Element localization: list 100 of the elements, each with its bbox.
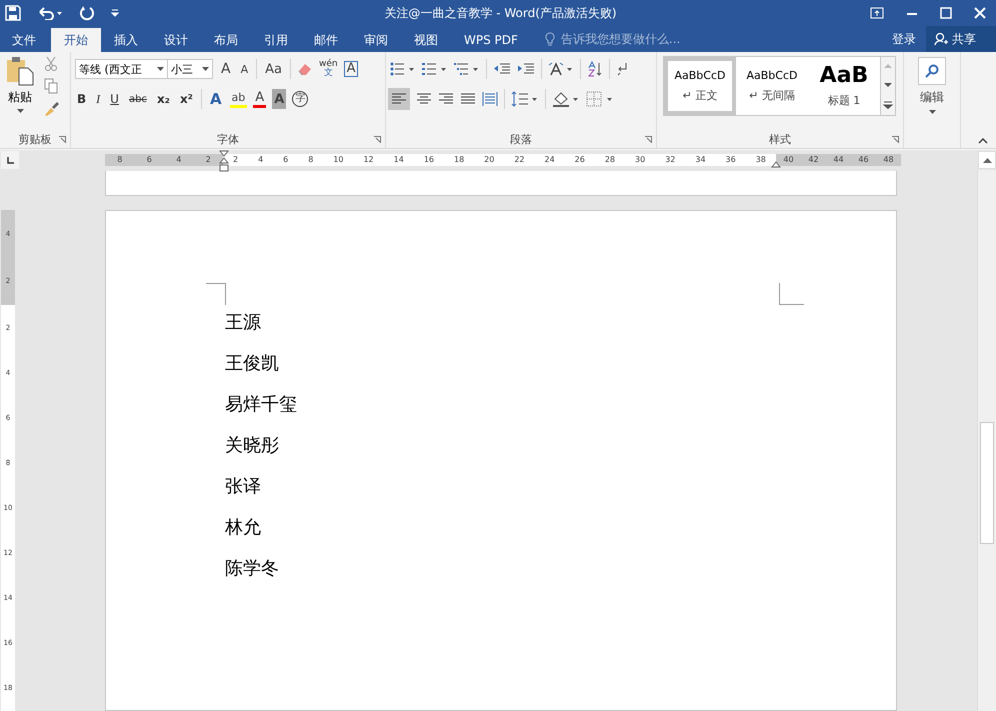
ribbon-tab[interactable]: WPS PDF <box>451 28 531 52</box>
more-icon[interactable] <box>883 100 893 109</box>
shading-icon[interactable] <box>552 91 580 107</box>
sign-in-link[interactable]: 登录 <box>892 30 916 48</box>
save-icon[interactable] <box>5 5 21 21</box>
ribbon-tab[interactable]: 开始 <box>51 28 101 52</box>
enclose-characters-button[interactable]: 字 <box>292 91 308 107</box>
window-title: 关注@一曲之音教学 - Word(产品激活失败) <box>383 4 618 22</box>
ruler-number: 38 <box>756 154 766 166</box>
ribbon-tab[interactable]: 文件 <box>0 28 51 52</box>
style-option[interactable]: AaBbCcD ↵ 无间隔 <box>736 57 808 115</box>
decrease-indent-icon[interactable] <box>493 62 511 76</box>
align-right-icon[interactable] <box>438 92 454 106</box>
shrink-font-button[interactable]: A <box>238 59 250 79</box>
ribbon-tab[interactable]: 插入 <box>101 28 151 52</box>
text-effects-button[interactable]: A <box>208 89 224 109</box>
ruler-number: 16 <box>424 154 434 166</box>
increase-indent-icon[interactable] <box>517 62 535 76</box>
caret-icon <box>928 110 936 114</box>
dialog-launcher-icon[interactable] <box>892 136 899 143</box>
ribbon-display-icon[interactable] <box>870 7 884 19</box>
ribbon-tab[interactable]: 布局 <box>201 28 251 52</box>
editing-button[interactable]: 编辑 <box>918 57 946 114</box>
format-button[interactable]: x₂ <box>154 89 172 109</box>
corner-mark-icon <box>779 283 804 305</box>
align-left-icon[interactable] <box>388 88 410 110</box>
collapse-ribbon-icon[interactable] <box>978 138 988 144</box>
scrollbar-thumb[interactable] <box>980 422 994 544</box>
ribbon-tab[interactable]: 视图 <box>401 28 451 52</box>
ruler-number: 46 <box>858 154 869 166</box>
dialog-launcher-icon[interactable] <box>59 136 66 143</box>
scroll-down-icon[interactable] <box>883 82 893 88</box>
format-button[interactable]: abc <box>126 89 149 109</box>
multilevel-list-icon[interactable] <box>454 62 480 76</box>
maximize-icon[interactable] <box>940 7 952 19</box>
bullets-icon[interactable] <box>390 62 416 76</box>
ruler-number: 4 <box>258 154 264 166</box>
numbering-icon[interactable] <box>422 62 448 76</box>
font-name-dropdown[interactable]: 等线 (西文正 <box>75 59 168 79</box>
grow-font-button[interactable]: A <box>219 59 233 79</box>
ribbon-tab[interactable]: 邮件 <box>301 28 351 52</box>
clipboard-icon <box>6 56 34 86</box>
ruler-number: 2 <box>232 154 238 166</box>
style-option[interactable]: AaB 标题 1 <box>808 57 880 115</box>
document-line: 王源 <box>225 311 261 335</box>
ruler-number: 18 <box>454 154 464 166</box>
phonetic-guide-button[interactable]: wén 文 <box>318 60 338 78</box>
copy-icon[interactable] <box>44 78 58 94</box>
document-line: 林允 <box>225 516 261 540</box>
dialog-launcher-icon[interactable] <box>374 136 381 143</box>
caret-icon <box>202 67 209 71</box>
document-line: 关晓彤 <box>225 434 279 458</box>
scroll-up-icon[interactable] <box>982 157 992 163</box>
vertical-scrollbar[interactable] <box>977 170 996 711</box>
group-label: 样式 <box>769 132 791 146</box>
ruler-number: 8 <box>308 154 314 166</box>
format-button[interactable]: x² <box>178 89 195 109</box>
right-indent-marker-icon[interactable] <box>771 161 781 168</box>
lightbulb-icon <box>544 32 555 46</box>
align-center-icon[interactable] <box>416 92 432 106</box>
tell-me-field[interactable]: 告诉我您想要做什么... <box>558 31 733 47</box>
paragraph-mark-icon[interactable] <box>616 62 628 76</box>
character-border-button[interactable]: A <box>344 61 358 77</box>
ruler-number: 40 <box>783 154 794 166</box>
ribbon-tab[interactable]: 设计 <box>151 28 201 52</box>
brush-icon[interactable] <box>44 100 60 116</box>
caret-icon <box>157 67 164 71</box>
ribbon-tab[interactable]: 审阅 <box>351 28 401 52</box>
line-spacing-icon[interactable] <box>511 91 539 107</box>
dialog-launcher-icon[interactable] <box>645 136 652 143</box>
close-icon[interactable] <box>974 7 986 19</box>
customize-caret-icon[interactable] <box>111 9 119 17</box>
sort-icon[interactable] <box>587 61 603 77</box>
share-button[interactable]: 共享 <box>926 26 996 52</box>
character-shading-button[interactable]: A <box>272 89 286 109</box>
style-option[interactable]: AaBbCcD ↵ 正文 <box>664 57 736 115</box>
font-color-button[interactable]: A <box>253 90 266 108</box>
ruler-number: 26 <box>574 154 585 166</box>
distributed-icon[interactable] <box>482 91 498 107</box>
ruler-number: 10 <box>333 154 344 166</box>
indent-marker-icon[interactable] <box>219 150 229 172</box>
caret-icon <box>16 109 24 113</box>
ruler-number: 6 <box>283 154 288 166</box>
justify-icon[interactable] <box>460 92 476 106</box>
redo-icon[interactable] <box>79 5 95 21</box>
tab-selector[interactable] <box>1 151 19 169</box>
format-button[interactable]: I <box>94 89 102 109</box>
paste-button[interactable]: 粘贴 <box>4 56 36 130</box>
corner-mark-icon <box>206 283 226 305</box>
text-direction-icon[interactable] <box>548 62 574 76</box>
change-case-button[interactable]: Aa <box>263 59 284 79</box>
scissors-icon[interactable] <box>44 56 58 72</box>
undo-icon[interactable] <box>37 6 63 20</box>
highlight-button[interactable]: ab <box>230 90 248 108</box>
ribbon-tab[interactable]: 引用 <box>251 28 301 52</box>
format-button[interactable]: U <box>108 89 121 109</box>
borders-icon[interactable] <box>586 91 614 107</box>
person-icon <box>934 32 948 46</box>
font-size-dropdown[interactable]: 小三 <box>167 59 213 79</box>
format-button[interactable]: B <box>75 89 88 109</box>
